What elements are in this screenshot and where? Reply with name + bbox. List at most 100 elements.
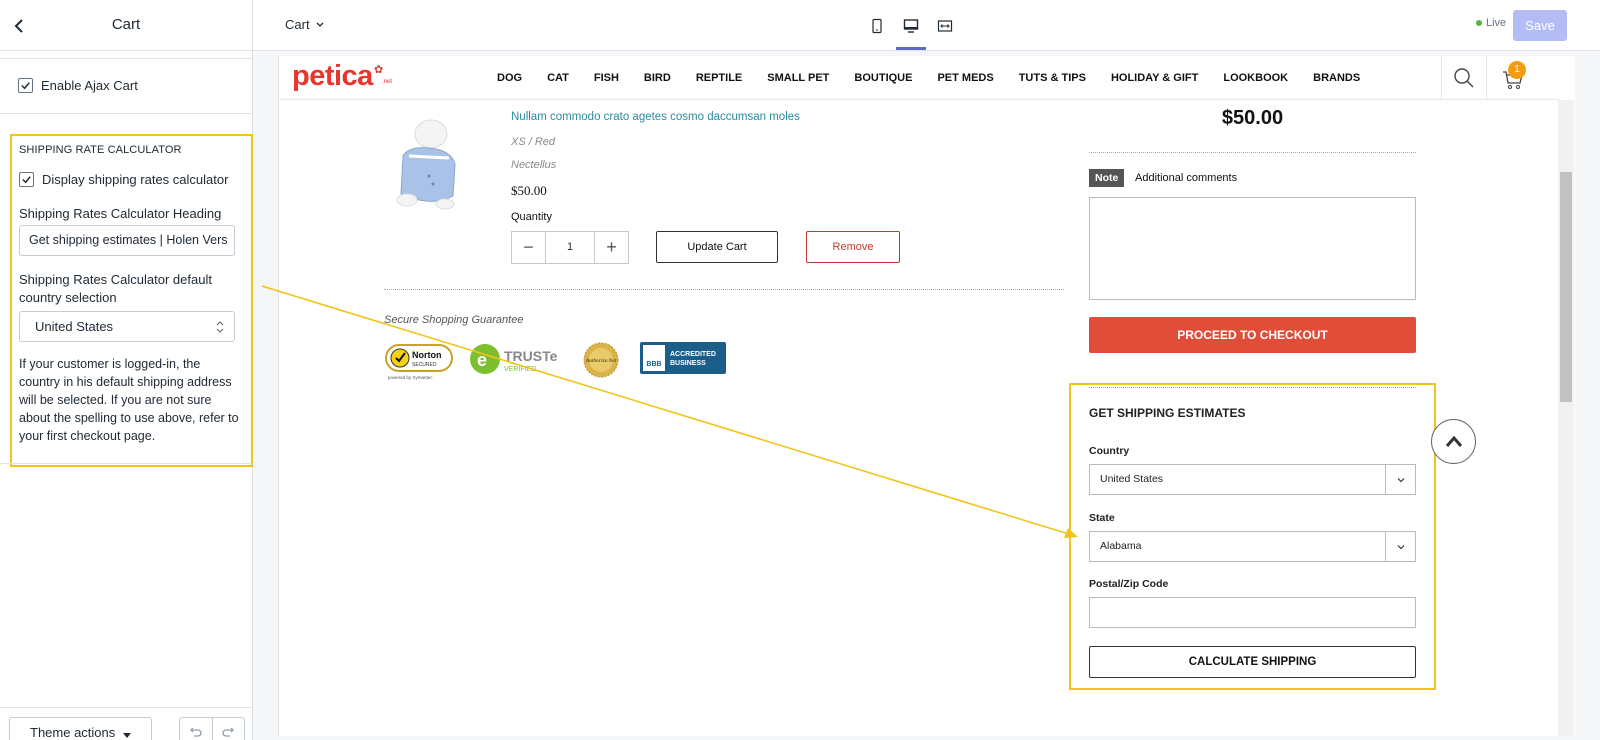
store-preview-frame: petica ✿ .net DOG CAT FISH BIRD REPTILE …: [278, 56, 1575, 736]
product-variant: XS / Red: [511, 136, 556, 148]
default-country-label: Shipping Rates Calculator default countr…: [19, 272, 212, 305]
enable-ajax-checkbox[interactable]: Enable Ajax Cart: [18, 78, 138, 93]
country-label: Country: [1089, 445, 1130, 457]
bbb-line1: ACCREDITED: [670, 351, 716, 358]
display-shipping-label: Display shipping rates calculator: [42, 172, 229, 187]
nav-item[interactable]: TUTS & TIPS: [1019, 72, 1086, 84]
scrollbar-thumb[interactable]: [1560, 172, 1572, 402]
store-nav: DOG CAT FISH BIRD REPTILE SMALL PET BOUT…: [497, 72, 1385, 84]
checkbox-checked-icon[interactable]: [19, 172, 34, 187]
quantity-stepper: − 1 +: [511, 231, 629, 264]
remove-button[interactable]: Remove: [806, 231, 900, 263]
sidebar-header: Cart: [0, 0, 252, 51]
undo-icon[interactable]: [180, 718, 213, 740]
scroll-to-top-icon[interactable]: [1431, 419, 1476, 464]
save-button[interactable]: Save: [1513, 10, 1567, 41]
quantity-input[interactable]: 1: [545, 232, 595, 263]
divider: [384, 289, 1064, 290]
nav-item[interactable]: LOOKBOOK: [1223, 72, 1288, 84]
state-select[interactable]: Alabama: [1089, 531, 1416, 562]
chevron-down-icon: [1385, 532, 1415, 561]
nav-item[interactable]: CAT: [547, 72, 569, 84]
country-value: United States: [1100, 473, 1164, 485]
authorize-net-badge: Authorize.Net: [580, 341, 622, 386]
product-title-link[interactable]: Nullam commodo crato agetes cosmo daccum…: [511, 111, 800, 123]
country-select[interactable]: United States: [1089, 464, 1416, 495]
redo-icon[interactable]: [213, 718, 245, 740]
nav-item[interactable]: FISH: [594, 72, 619, 84]
theme-actions-label: Theme actions: [30, 725, 116, 740]
authorize-text: Authorize.Net: [585, 358, 617, 364]
default-country-select[interactable]: United States: [19, 311, 235, 342]
zip-label: Postal/Zip Code: [1089, 578, 1169, 590]
chevron-down-icon: [316, 22, 324, 27]
estimates-heading: GET SHIPPING ESTIMATES: [1089, 406, 1246, 420]
settings-sidebar: Cart Enable Ajax Cart SHIPPING RATE CALC…: [0, 0, 253, 740]
caret-down-icon: [123, 733, 131, 738]
heading-field-input[interactable]: Get shipping estimates | Holen Vers: [19, 225, 235, 256]
paw-icon: ✿: [374, 64, 384, 76]
nav-item[interactable]: DOG: [497, 72, 522, 84]
checkbox-checked-icon[interactable]: [18, 78, 33, 93]
note-textarea[interactable]: [1089, 197, 1416, 300]
live-label: Live: [1486, 17, 1507, 29]
nav-item[interactable]: HOLIDAY & GIFT: [1111, 72, 1198, 84]
shipping-calculator-settings: SHIPPING RATE CALCULATOR Display shippin…: [10, 134, 253, 467]
shipping-section-heading: SHIPPING RATE CALCULATOR: [19, 144, 182, 156]
state-label: State: [1089, 512, 1115, 524]
live-dot-icon: [1476, 20, 1482, 26]
norton-badge: Norton SECURED powered by Symantec: [384, 341, 456, 386]
truste-text: TRUSTe: [504, 348, 558, 364]
page-select-dropdown[interactable]: Cart: [285, 17, 325, 32]
desktop-view-icon[interactable]: [896, 14, 926, 50]
note-tag: Note: [1089, 169, 1125, 187]
checkout-button[interactable]: PROCEED TO CHECKOUT: [1089, 317, 1416, 353]
heading-field-label: Shipping Rates Calculator Heading: [19, 206, 222, 221]
fullwidth-view-icon[interactable]: [933, 14, 957, 50]
sidebar-footer: Theme actions: [0, 707, 252, 740]
nav-item[interactable]: REPTILE: [696, 72, 742, 84]
calculate-shipping-button[interactable]: CALCULATE SHIPPING: [1089, 646, 1416, 678]
theme-actions-button[interactable]: Theme actions: [9, 717, 152, 740]
chevron-down-icon: [1385, 465, 1415, 494]
enable-ajax-label: Enable Ajax Cart: [41, 78, 138, 93]
nav-item[interactable]: BOUTIQUE: [854, 72, 912, 84]
bbb-line2: BUSINESS: [670, 360, 706, 367]
product-vendor: Nectellus: [511, 159, 557, 171]
minus-icon[interactable]: −: [512, 232, 545, 263]
sidebar-title: Cart: [111, 16, 141, 33]
section-divider: [0, 463, 252, 464]
bbb-badge: BBB ACCREDITED BUSINESS: [640, 341, 726, 380]
mobile-view-icon[interactable]: [865, 14, 889, 50]
truste-sub: VERIFIED: [504, 366, 536, 373]
divider: [1089, 152, 1416, 153]
ajax-section: Enable Ajax Cart: [0, 58, 252, 114]
search-icon[interactable]: [1441, 56, 1487, 100]
product-image[interactable]: [389, 116, 464, 216]
live-status: Live: [1476, 17, 1506, 29]
secure-shopping-label: Secure Shopping Guarantee: [384, 314, 524, 326]
nav-item[interactable]: SMALL PET: [767, 72, 829, 84]
quantity-label: Quantity: [511, 211, 552, 223]
country-help-text: If your customer is logged-in, the count…: [19, 357, 239, 443]
store-header: petica ✿ .net DOG CAT FISH BIRD REPTILE …: [279, 56, 1559, 100]
product-price: $50.00: [511, 183, 547, 198]
svg-text:e: e: [477, 350, 487, 370]
store-logo[interactable]: petica: [292, 60, 373, 93]
zip-input[interactable]: [1089, 597, 1416, 628]
cart-count-badge: 1: [1508, 61, 1526, 79]
editor-topbar: Cart Live Save: [253, 0, 1600, 51]
display-shipping-checkbox[interactable]: Display shipping rates calculator: [19, 172, 228, 187]
plus-icon[interactable]: +: [595, 232, 628, 263]
nav-item[interactable]: BRANDS: [1313, 72, 1360, 84]
undo-redo-group: [179, 717, 245, 740]
bbb-logo-text: BBB: [646, 361, 661, 368]
device-switcher: [865, 14, 957, 50]
nav-item[interactable]: BIRD: [644, 72, 671, 84]
norton-sub: SECURED: [412, 362, 437, 368]
norton-by: powered by Symantec: [388, 375, 433, 380]
cart-total: $50.00: [1221, 107, 1284, 129]
nav-item[interactable]: PET MEDS: [937, 72, 993, 84]
update-cart-button[interactable]: Update Cart: [656, 231, 778, 263]
note-label: Additional comments: [1135, 172, 1238, 184]
